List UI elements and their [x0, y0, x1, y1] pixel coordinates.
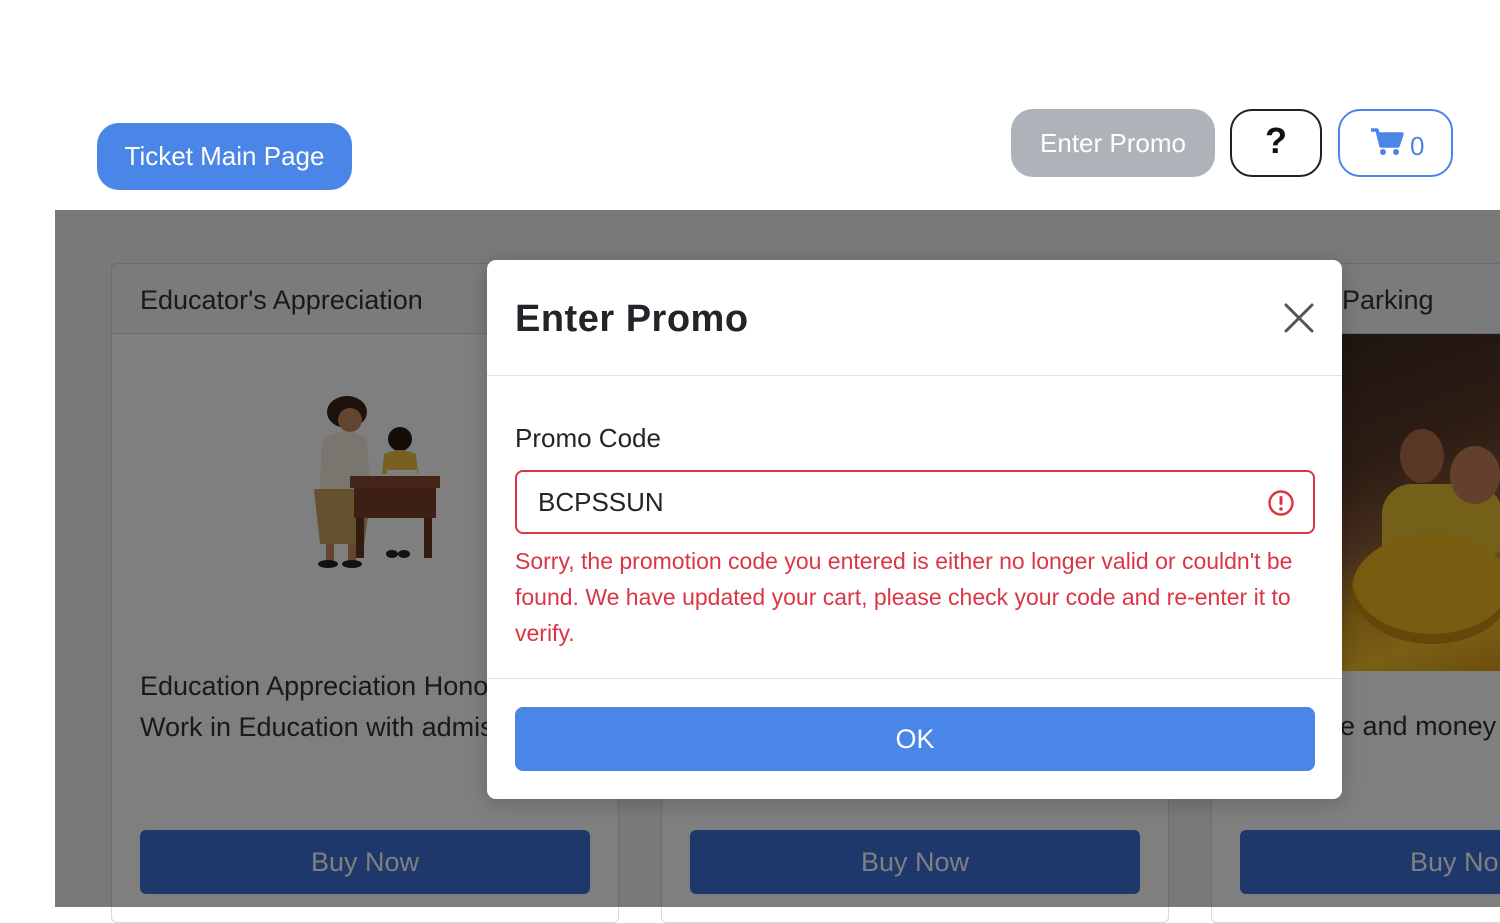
- promo-code-label: Promo Code: [515, 423, 661, 453]
- promo-modal: Enter Promo Promo Code Sorry, the promot…: [487, 260, 1342, 799]
- cart-icon: [1371, 128, 1404, 155]
- promo-code-input[interactable]: [515, 470, 1315, 534]
- ticket-main-page-button[interactable]: Ticket Main Page: [97, 123, 352, 190]
- modal-header-divider: [487, 375, 1342, 376]
- error-icon: [1268, 490, 1294, 516]
- enter-promo-button[interactable]: Enter Promo: [1011, 109, 1215, 177]
- promo-error-message: Sorry, the promotion code you entered is…: [515, 548, 1293, 646]
- help-button[interactable]: ?: [1230, 109, 1322, 177]
- ok-button[interactable]: OK: [515, 707, 1315, 771]
- close-icon[interactable]: [1283, 302, 1315, 334]
- modal-title: Enter Promo: [515, 298, 749, 340]
- cart-count: 0: [1410, 131, 1425, 161]
- cart-button[interactable]: 0: [1338, 109, 1453, 177]
- modal-footer-divider: [487, 678, 1342, 679]
